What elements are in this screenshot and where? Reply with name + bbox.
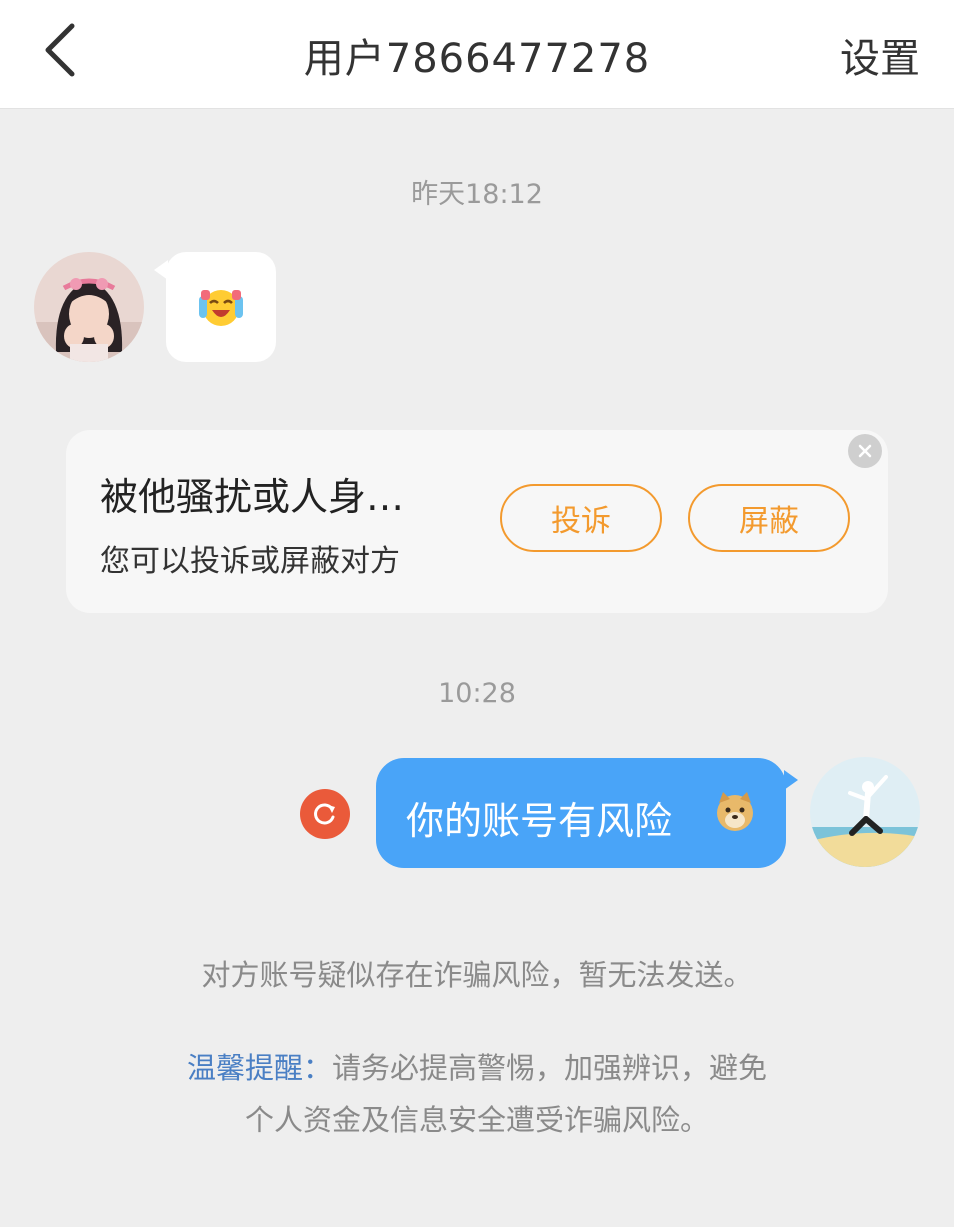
report-button[interactable]: 投诉 bbox=[500, 484, 662, 552]
beach-jump-avatar-icon bbox=[810, 757, 920, 867]
timestamp: 昨天18:12 bbox=[411, 179, 543, 210]
incoming-message-bubble[interactable] bbox=[154, 252, 276, 362]
harassment-report-card: 被他骚扰或人身… 您可以投诉或屏蔽对方 投诉 屏蔽 bbox=[66, 430, 888, 613]
outgoing-message-bubble[interactable]: 你的账号有风险 bbox=[376, 758, 798, 868]
message-text: 你的账号有风险 bbox=[406, 799, 673, 843]
resend-button[interactable] bbox=[300, 789, 350, 839]
tip-label: 温馨提醒： bbox=[186, 1051, 332, 1085]
top-bar: 用户7866477278 设置 bbox=[0, 0, 954, 109]
laughing-crying-emoji-icon bbox=[199, 290, 243, 326]
safety-tip: 温馨提醒：请务必提高警惕，加强辨识，避免 个人资金及信息安全遭受诈骗风险。 bbox=[0, 1042, 954, 1146]
tip-line-1: 请务必提高警惕，加强辨识，避免 bbox=[332, 1051, 768, 1085]
tip-line-2: 个人资金及信息安全遭受诈骗风险。 bbox=[244, 1103, 709, 1137]
close-icon bbox=[858, 444, 872, 458]
refresh-icon bbox=[314, 803, 335, 825]
doge-emoji-icon bbox=[717, 792, 753, 831]
girl-avatar-icon bbox=[34, 252, 144, 362]
settings-button[interactable]: 设置 bbox=[840, 26, 920, 84]
block-button[interactable]: 屏蔽 bbox=[688, 484, 850, 552]
timestamp: 10:28 bbox=[438, 678, 516, 709]
my-avatar[interactable] bbox=[810, 757, 920, 867]
card-title: 被他骚扰或人身… bbox=[100, 475, 405, 519]
close-card-button[interactable] bbox=[848, 434, 882, 468]
contact-avatar[interactable] bbox=[34, 252, 144, 362]
send-failed-notice: 对方账号疑似存在诈骗风险，暂无法发送。 bbox=[201, 958, 753, 992]
card-subtitle: 您可以投诉或屏蔽对方 bbox=[100, 544, 400, 579]
page-title: 用户7866477278 bbox=[303, 36, 651, 82]
